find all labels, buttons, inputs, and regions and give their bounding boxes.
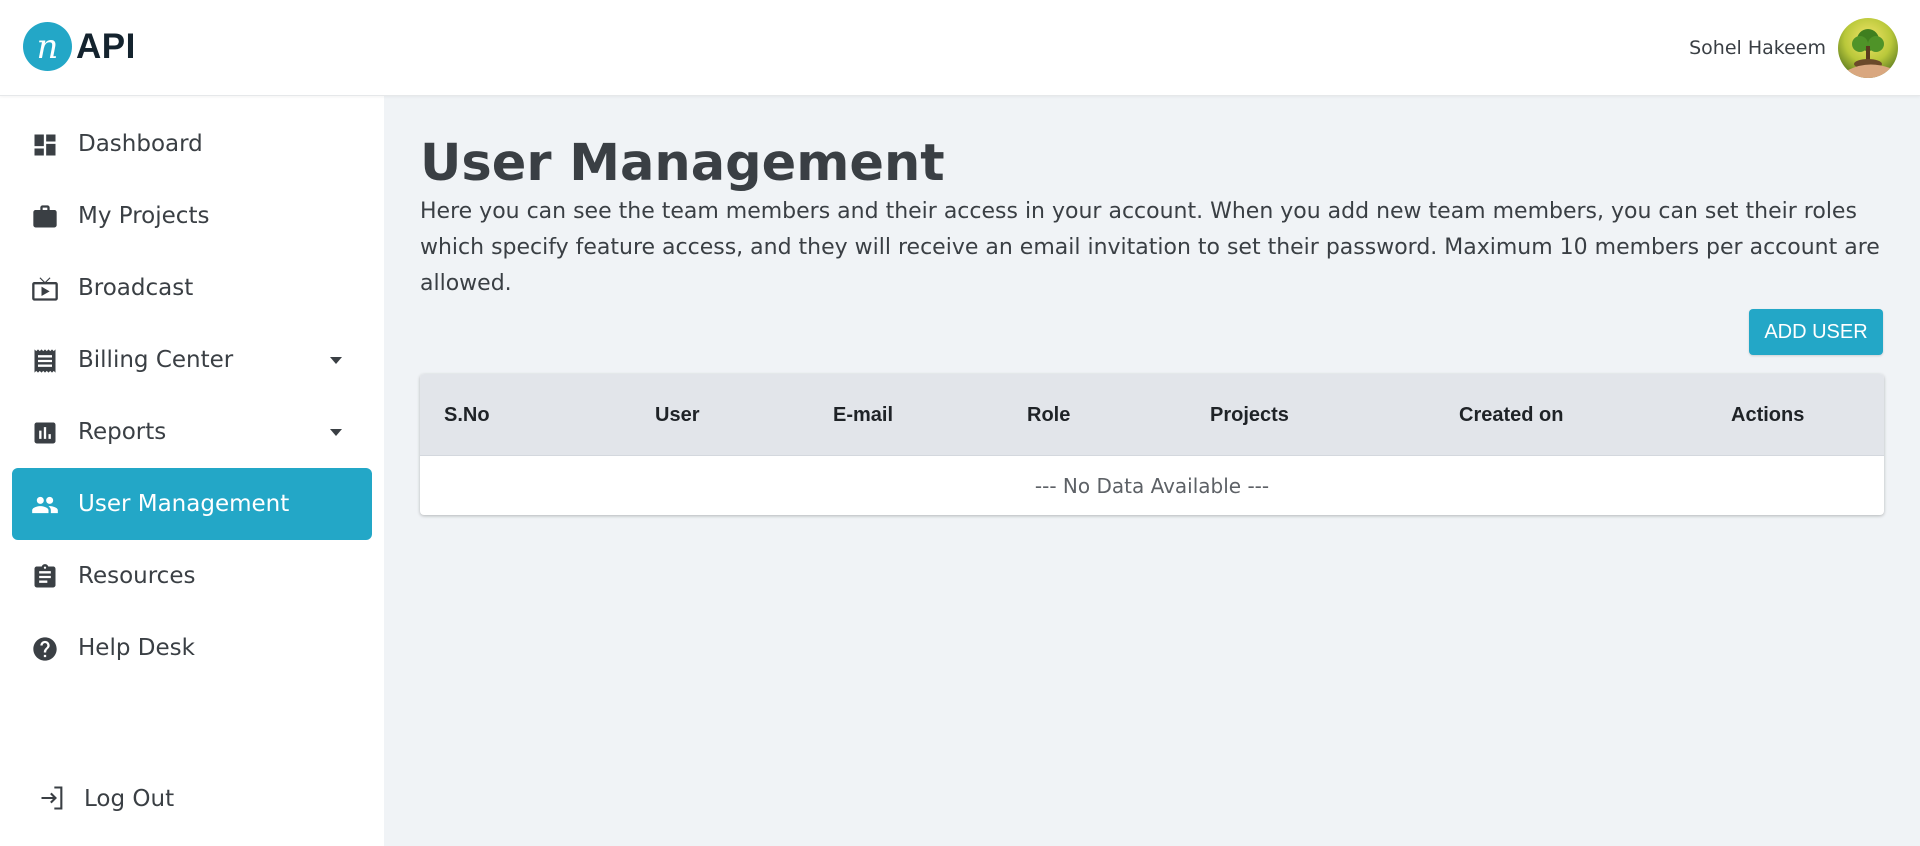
help-icon	[33, 637, 57, 661]
column-header-user[interactable]: User	[655, 404, 699, 427]
dashboard-icon	[34, 134, 56, 156]
avatar[interactable]	[1838, 18, 1898, 78]
add-user-button[interactable]: ADD USER	[1749, 309, 1883, 355]
page-description: Here you can see the team members and th…	[420, 199, 1880, 296]
logo-text: API	[76, 26, 136, 66]
column-header-created-on[interactable]: Created on	[1459, 404, 1563, 427]
table-header: S.No User E-mail Role Projects Created o…	[420, 374, 1884, 456]
sidebar-item-label: Reports	[78, 419, 167, 445]
sidebar-item-broadcast[interactable]: Broadcast	[12, 252, 372, 324]
tv-icon	[32, 277, 58, 301]
column-header-actions: Actions	[1731, 404, 1805, 426]
sidebar: Dashboard My Projects Broadcast Billing …	[0, 96, 384, 846]
sidebar-item-label: My Projects	[78, 203, 210, 229]
sidebar-item-help-desk[interactable]: Help Desk	[12, 612, 372, 684]
app-logo[interactable]: n API	[23, 22, 136, 71]
sidebar-item-label: Broadcast	[78, 275, 194, 301]
receipt-icon	[34, 349, 56, 373]
logout-label: Log Out	[84, 786, 175, 812]
users-table: S.No User E-mail Role Projects Created o…	[420, 374, 1884, 515]
logout-button[interactable]: Log Out	[30, 774, 230, 822]
page-title: User Management	[420, 134, 945, 193]
sidebar-item-label: Help Desk	[78, 635, 195, 661]
logo-mark: n	[23, 22, 72, 71]
sidebar-item-user-management[interactable]: User Management	[12, 468, 372, 540]
sidebar-item-label: Resources	[78, 563, 196, 589]
logout-icon	[41, 786, 63, 810]
sidebar-item-my-projects[interactable]: My Projects	[12, 180, 372, 252]
column-header-sno[interactable]: S.No	[444, 404, 490, 427]
clipboard-icon	[34, 564, 56, 588]
chevron-down-icon[interactable]	[330, 429, 342, 436]
user-menu[interactable]: Sohel Hakeem	[1689, 18, 1898, 78]
bar-chart-icon	[34, 422, 56, 444]
sidebar-item-reports[interactable]: Reports	[12, 396, 372, 468]
sidebar-item-label: Dashboard	[78, 131, 203, 157]
briefcase-icon	[33, 205, 57, 228]
column-header-role[interactable]: Role	[1027, 404, 1070, 427]
sidebar-item-resources[interactable]: Resources	[12, 540, 372, 612]
column-header-projects[interactable]: Projects	[1210, 404, 1289, 427]
sidebar-item-billing-center[interactable]: Billing Center	[12, 324, 372, 396]
people-icon	[32, 496, 58, 514]
top-header: n API Sohel Hakeem	[0, 0, 1920, 96]
column-header-email[interactable]: E-mail	[833, 404, 893, 427]
sidebar-item-dashboard[interactable]: Dashboard	[12, 108, 372, 180]
chevron-down-icon[interactable]	[330, 357, 342, 364]
user-name: Sohel Hakeem	[1689, 37, 1826, 59]
sidebar-item-label: User Management	[78, 491, 290, 517]
main-content: User Management Here you can see the tea…	[384, 96, 1920, 846]
sidebar-item-label: Billing Center	[78, 347, 234, 373]
empty-state-message: --- No Data Available ---	[1034, 473, 1270, 498]
